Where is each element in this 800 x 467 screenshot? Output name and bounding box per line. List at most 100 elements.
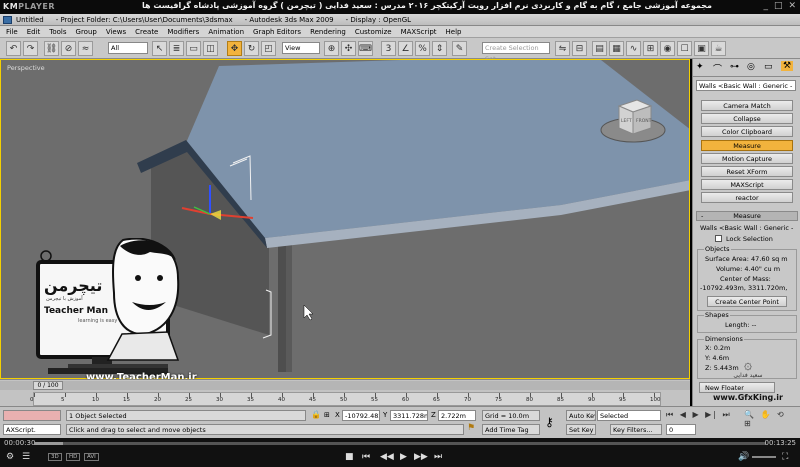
maximize-icon[interactable]: □ (774, 1, 783, 11)
viewcube[interactable]: LEFT FRONT (599, 94, 669, 146)
redo-icon[interactable]: ↷ (23, 41, 38, 56)
material-editor-icon[interactable]: ◉ (660, 41, 675, 56)
menu-file[interactable]: File (6, 28, 18, 36)
time-slider-track[interactable] (0, 381, 690, 390)
track-bar[interactable]: 0 5 10 15 20 25 30 35 40 45 50 55 60 65 70 75 80 85 90 95 10… (30, 392, 661, 406)
menu-rendering[interactable]: Rendering (310, 28, 346, 36)
motion-tab-icon[interactable]: ◎ (747, 62, 755, 72)
roof-plane[interactable] (186, 60, 690, 238)
modify-tab-icon[interactable]: ⌒ (713, 62, 722, 75)
z-coordinate-field[interactable]: 2.722m (438, 410, 476, 421)
snap-toggle-icon[interactable]: 3 (381, 41, 396, 56)
time-tag-icon[interactable]: ⚑ (467, 423, 475, 433)
display-tab-icon[interactable]: ▭ (764, 62, 773, 72)
close-icon[interactable]: ✕ (788, 1, 796, 11)
collapse-button[interactable]: Collapse (701, 113, 793, 124)
measure-rollout-header[interactable]: - Measure (696, 211, 798, 221)
hierarchy-tab-icon[interactable]: ⊶ (730, 62, 739, 72)
select-by-name-icon[interactable]: ≣ (169, 41, 184, 56)
maxscript-listener[interactable]: AXScript. (3, 424, 61, 435)
maxscript-listener-pink[interactable] (3, 410, 61, 421)
add-time-tag-button[interactable]: Add Time Tag (482, 424, 540, 435)
utilities-tab-icon[interactable]: ⚒ (781, 61, 794, 71)
key-mode-dropdown[interactable]: Selected (597, 410, 661, 421)
fast-forward-icon[interactable]: ▶▶ (414, 452, 428, 462)
unlink-icon[interactable]: ⊘ (61, 41, 76, 56)
object-name-field[interactable]: Walls <Basic Wall : Generic - (696, 80, 796, 91)
edit-named-selections-icon[interactable]: ✎ (452, 41, 467, 56)
align-icon[interactable]: ⊟ (572, 41, 587, 56)
menu-maxscript[interactable]: MAXScript (401, 28, 437, 36)
create-center-point-button[interactable]: Create Center Point (707, 296, 787, 307)
playback-controls[interactable]: ⏮ ◀ ▶ ▶| ⏭ (666, 410, 736, 421)
curve-editor-icon[interactable]: ∿ (626, 41, 641, 56)
minimize-icon[interactable]: _ (763, 1, 768, 11)
menu-help[interactable]: Help (446, 28, 462, 36)
settings-icon[interactable]: ⚙ (6, 452, 14, 462)
undo-icon[interactable]: ↶ (6, 41, 21, 56)
playlist-icon[interactable]: ☰ (22, 452, 30, 462)
absolute-mode-icon[interactable]: ⊞ (324, 411, 330, 419)
fullscreen-icon[interactable]: ⛶ (782, 452, 788, 462)
badge-3d[interactable]: 3D (48, 453, 62, 461)
menu-edit[interactable]: Edit (27, 28, 41, 36)
badge-avi[interactable]: AVI (84, 453, 99, 461)
time-slider-thumb[interactable]: 0 / 100 (33, 381, 63, 390)
stop-icon[interactable]: ■ (345, 452, 354, 462)
link-icon[interactable]: ⛓ (44, 41, 59, 56)
measure-button[interactable]: Measure (701, 140, 793, 151)
menu-create[interactable]: Create (135, 28, 158, 36)
mirror-icon[interactable]: ⇋ (555, 41, 570, 56)
lock-icon[interactable]: 🔒 (311, 410, 321, 419)
menu-animation[interactable]: Animation (208, 28, 244, 36)
pivot-center-icon[interactable]: ⊕ (324, 41, 339, 56)
volume-icon[interactable]: 🔊 (738, 452, 749, 462)
badge-hd[interactable]: HD (66, 453, 81, 461)
window-crossing-icon[interactable]: ◫ (203, 41, 218, 56)
select-move-icon[interactable]: ✥ (227, 41, 242, 56)
manipulate-icon[interactable]: ✣ (341, 41, 356, 56)
reference-coord-dropdown[interactable]: View (282, 42, 320, 54)
seek-bar[interactable] (34, 442, 766, 445)
menu-group[interactable]: Group (76, 28, 97, 36)
volume-slider[interactable] (752, 456, 776, 458)
current-frame-field[interactable]: 0 (666, 424, 696, 435)
set-key-icon[interactable]: ⚷ (545, 415, 554, 429)
right-wall[interactable] (286, 228, 292, 372)
menu-graph-editors[interactable]: Graph Editors (253, 28, 301, 36)
keyboard-shortcut-icon[interactable]: ⌨ (358, 41, 373, 56)
select-rotate-icon[interactable]: ↻ (244, 41, 259, 56)
select-object-icon[interactable]: ↖ (152, 41, 167, 56)
maxscript-button[interactable]: MAXScript (701, 179, 793, 190)
auto-key-button[interactable]: Auto Key (566, 410, 596, 421)
menu-tools[interactable]: Tools (49, 28, 66, 36)
angle-snap-icon[interactable]: ∠ (398, 41, 413, 56)
previous-icon[interactable]: ⏮ (362, 452, 370, 462)
schematic-view-icon[interactable]: ⊞ (643, 41, 658, 56)
spinner-snap-icon[interactable]: ⇕ (432, 41, 447, 56)
menu-views[interactable]: Views (106, 28, 126, 36)
reactor-button[interactable]: reactor (701, 192, 793, 203)
select-scale-icon[interactable]: ◰ (261, 41, 276, 56)
x-coordinate-field[interactable]: -10792.482 (342, 410, 380, 421)
render-frame-icon[interactable]: ▣ (694, 41, 709, 56)
play-icon[interactable]: ▶ (400, 452, 407, 462)
color-clipboard-button[interactable]: Color Clipboard (701, 126, 793, 137)
percent-snap-icon[interactable]: % (415, 41, 430, 56)
menu-customize[interactable]: Customize (355, 28, 392, 36)
viewport-nav-controls[interactable]: 🔍 ✋ ⟲ ⊞ (744, 410, 796, 436)
render-setup-icon[interactable]: ☐ (677, 41, 692, 56)
named-selection-set-dropdown[interactable]: Create Selection Set (482, 42, 550, 63)
key-filters-button[interactable]: Key Filters... (610, 424, 662, 435)
motion-capture-button[interactable]: Motion Capture (701, 153, 793, 164)
layer-manager-icon[interactable]: ▤ (592, 41, 607, 56)
bind-space-warp-icon[interactable]: ≈ (78, 41, 93, 56)
next-icon[interactable]: ⏭ (434, 452, 442, 462)
reset-xform-button[interactable]: Reset XForm (701, 166, 793, 177)
create-tab-icon[interactable]: ✦ (696, 62, 704, 72)
lock-selection-checkbox[interactable] (715, 235, 722, 242)
camera-match-button[interactable]: Camera Match (701, 100, 793, 111)
rewind-icon[interactable]: ◀◀ (380, 452, 394, 462)
graphite-icon[interactable]: ▦ (609, 41, 624, 56)
menu-modifiers[interactable]: Modifiers (167, 28, 199, 36)
